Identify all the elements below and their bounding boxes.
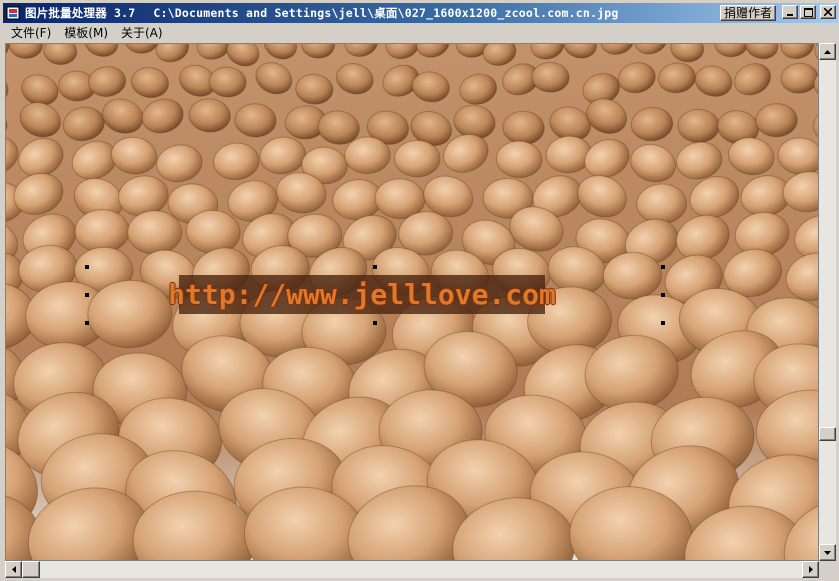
app-title: 图片批量处理器 3.7 xyxy=(25,6,136,20)
watermark-box[interactable]: http://www.jelllove.com xyxy=(168,275,556,314)
donate-button[interactable]: 捐赠作者 xyxy=(719,5,776,21)
maximize-button[interactable] xyxy=(800,5,816,19)
resize-handle[interactable] xyxy=(85,321,89,325)
menu-bar: 文件(F) 模板(M) 关于(A) xyxy=(3,23,838,43)
scroll-left-button[interactable] xyxy=(5,561,22,578)
file-path: C:\Documents and Settings\jell\桌面\027_16… xyxy=(153,6,619,20)
arrow-right-icon xyxy=(808,566,813,573)
arrow-down-icon xyxy=(824,550,831,555)
resize-handle[interactable] xyxy=(373,265,377,269)
resize-handle[interactable] xyxy=(85,293,89,297)
vertical-scrollbar[interactable] xyxy=(819,43,836,561)
resize-handle[interactable] xyxy=(661,265,665,269)
app-icon[interactable] xyxy=(5,5,21,21)
minimize-icon xyxy=(787,14,793,16)
menu-file[interactable]: 文件(F) xyxy=(6,24,56,42)
scroll-down-button[interactable] xyxy=(819,544,836,561)
scroll-up-button[interactable] xyxy=(819,43,836,60)
horizontal-scrollbar[interactable] xyxy=(5,561,819,578)
scroll-right-button[interactable] xyxy=(802,561,819,578)
scroll-corner xyxy=(819,561,836,578)
app-window: 图片批量处理器 3.7 C:\Documents and Settings\jel… xyxy=(0,0,839,581)
arrow-up-icon xyxy=(824,49,831,54)
title-bar[interactable]: 图片批量处理器 3.7 C:\Documents and Settings\jel… xyxy=(3,3,838,23)
close-button[interactable] xyxy=(820,5,836,19)
window-title: 图片批量处理器 3.7 C:\Documents and Settings\jel… xyxy=(25,5,618,21)
image-viewport[interactable]: http://www.jelllove.com xyxy=(5,43,819,561)
minimize-button[interactable] xyxy=(782,5,798,19)
menu-template[interactable]: 模板(M) xyxy=(59,24,113,42)
resize-handle[interactable] xyxy=(661,293,665,297)
horizontal-scroll-thumb[interactable] xyxy=(22,561,40,578)
vertical-scroll-thumb[interactable] xyxy=(819,426,836,441)
resize-handle[interactable] xyxy=(373,321,377,325)
arrow-left-icon xyxy=(11,566,16,573)
resize-handle[interactable] xyxy=(661,321,665,325)
maximize-icon xyxy=(803,7,813,17)
watermark-text: http://www.jelllove.com xyxy=(168,278,556,311)
menu-about[interactable]: 关于(A) xyxy=(116,24,168,42)
close-icon xyxy=(824,8,832,16)
resize-handle[interactable] xyxy=(85,265,89,269)
